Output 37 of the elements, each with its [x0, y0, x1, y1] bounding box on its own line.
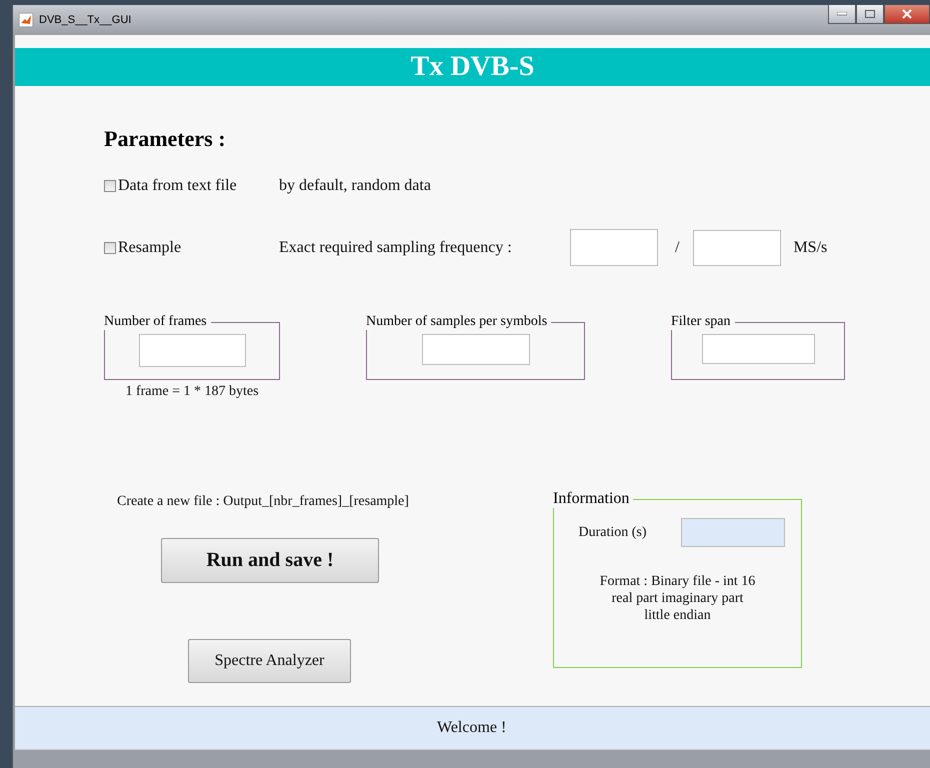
action-button[interactable]: Run and save ! [161, 538, 379, 583]
close-button[interactable] [884, 5, 930, 24]
input-field[interactable] [570, 229, 658, 266]
format-text: Format : Binary file - int 16 [600, 573, 756, 590]
app-icon [19, 13, 33, 27]
group-label: Information [553, 490, 630, 508]
window-title: DVB_S__Tx__GUI [39, 14, 132, 26]
group-label: Number of samples per symbols [366, 314, 548, 330]
maximize-icon [865, 10, 875, 18]
duration-label: Duration (s) [578, 524, 647, 540]
duration-field[interactable] [680, 518, 785, 547]
section-title: Parameters : [104, 126, 227, 152]
checkbox-label: Resample [118, 238, 182, 256]
option-note: by default, random data [279, 177, 432, 195]
status-text: Welcome ! [437, 719, 506, 737]
format-text: little endian [644, 607, 711, 624]
action-button[interactable]: Spectre Analyzer [188, 639, 351, 683]
format-text: real part imaginary part [612, 590, 744, 607]
checkbox[interactable] [104, 242, 116, 254]
group-label: Number of frames [104, 314, 208, 330]
output-note: Create a new file : Output_[nbr_frames]_[resample] [117, 494, 409, 510]
input-field[interactable] [138, 334, 246, 367]
maximize-button[interactable] [856, 5, 884, 24]
input-field[interactable] [693, 230, 782, 266]
header-banner: Tx DVB-S [15, 48, 930, 86]
caption-text: 1 frame = 1 * 187 bytes [125, 384, 259, 400]
option-note: Exact required sampling frequency : [279, 238, 513, 256]
unit-label: MS/s [793, 238, 828, 256]
minimize-button[interactable] [828, 5, 856, 24]
input-field[interactable] [702, 334, 814, 364]
close-icon [902, 9, 912, 19]
checkbox[interactable] [104, 180, 116, 192]
separator-text: / [675, 238, 680, 256]
input-field[interactable] [422, 334, 530, 365]
minimize-icon [837, 12, 847, 16]
checkbox-label: Data from text file [118, 177, 237, 195]
group-label: Filter span [671, 314, 732, 330]
